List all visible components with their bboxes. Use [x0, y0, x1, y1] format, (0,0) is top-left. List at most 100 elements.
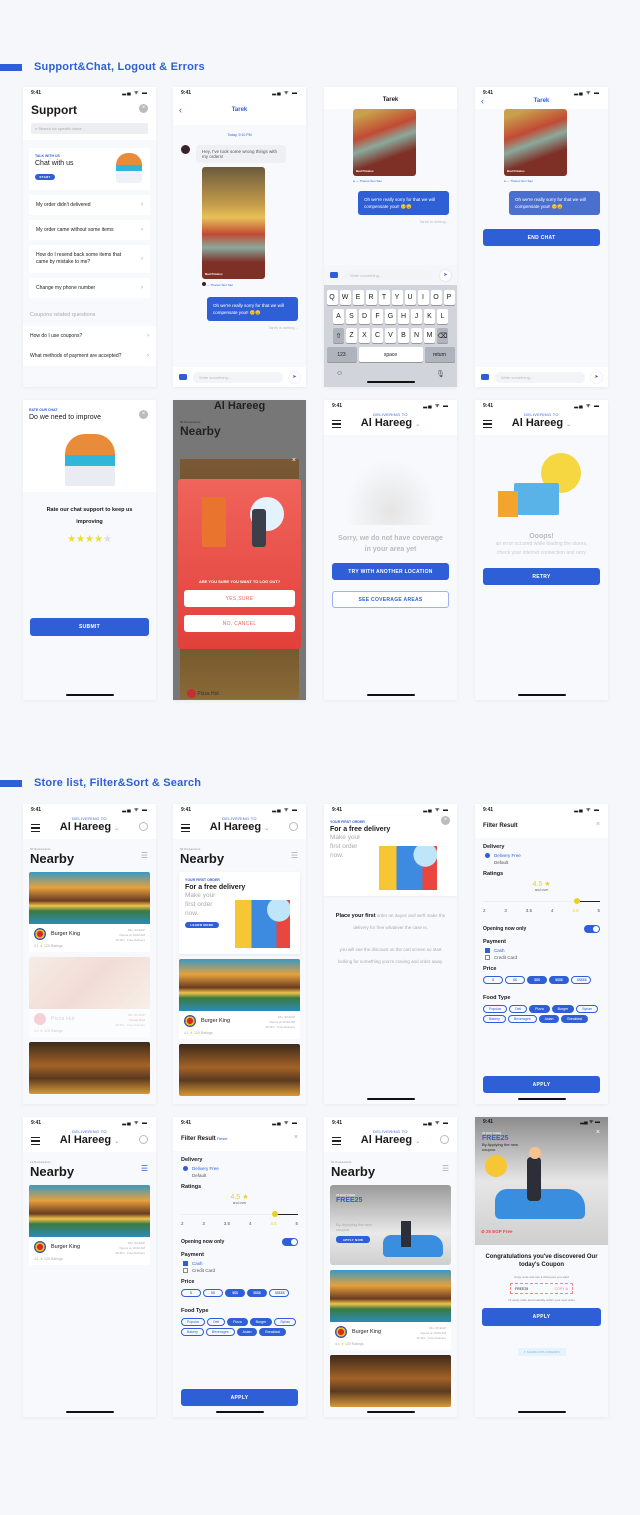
open-now-toggle[interactable]: [584, 925, 600, 933]
chat-photo[interactable]: Bad Potatos: [504, 109, 567, 176]
food-type-chip[interactable]: Deli: [207, 1318, 226, 1326]
food-type-chip[interactable]: Bakery: [483, 1015, 506, 1023]
return-key[interactable]: return: [424, 347, 455, 362]
star-icon[interactable]: ★: [76, 534, 85, 545]
key[interactable]: Q: [326, 290, 338, 305]
key[interactable]: S: [346, 309, 357, 324]
copy-button[interactable]: COPY ⧉: [555, 1287, 568, 1291]
food-type-chip[interactable]: Asian: [538, 1015, 560, 1023]
key[interactable]: A: [333, 309, 344, 324]
checkbox[interactable]: [183, 1261, 188, 1266]
food-type-chip[interactable]: Pizza: [227, 1318, 248, 1326]
food-type-chip[interactable]: Breakfast: [259, 1328, 287, 1336]
back-icon[interactable]: ‹: [179, 99, 182, 121]
location-selector[interactable]: Al Hareeg ⌄: [31, 1134, 148, 1146]
store-card[interactable]: Burger King Min. 50 EGP Opens at 10:00 AM…: [29, 872, 150, 952]
checkbox[interactable]: [485, 955, 490, 960]
food-type-chip[interactable]: Burger: [551, 1005, 575, 1013]
radio-button[interactable]: [485, 860, 490, 865]
key[interactable]: M: [424, 328, 435, 343]
menu-icon[interactable]: [332, 1137, 341, 1147]
close-icon[interactable]: ×: [139, 104, 148, 113]
chat-photo[interactable]: Bad Potatos: [353, 109, 416, 176]
faq-item[interactable]: My order didn't delivered ›: [29, 195, 150, 215]
share-button[interactable]: ⇪ SHARE WITH FRIENDS: [517, 1348, 566, 1356]
start-chat-button[interactable]: START: [35, 174, 55, 180]
key[interactable]: B: [398, 328, 409, 343]
close-icon[interactable]: ×: [294, 1134, 298, 1141]
food-type-chip[interactable]: Popular: [181, 1318, 206, 1326]
key[interactable]: K: [424, 309, 435, 324]
close-icon[interactable]: ×: [139, 410, 148, 419]
sort-icon[interactable]: ☰: [141, 851, 148, 860]
food-type-chip[interactable]: Syrian: [576, 1005, 599, 1013]
price-chip[interactable]: $$$$: [247, 1289, 267, 1297]
apply-filter-button[interactable]: APPLY: [483, 1076, 600, 1093]
faq-item[interactable]: Change my phone number ›: [29, 278, 150, 298]
coupon-code-box[interactable]: FREE25 COPY ⧉: [510, 1283, 573, 1294]
store-card[interactable]: Burger King Min. 50 EGP Opens at 10:00 AM…: [179, 959, 300, 1039]
chat-photo[interactable]: Bad Potatos: [202, 167, 265, 279]
end-chat-button[interactable]: END CHAT: [483, 229, 600, 246]
menu-icon[interactable]: [31, 1137, 40, 1147]
food-type-chip[interactable]: Beverages: [205, 1328, 235, 1336]
key[interactable]: L: [437, 309, 448, 324]
menu-icon[interactable]: [31, 824, 40, 834]
key[interactable]: T: [378, 290, 390, 305]
delivery-option[interactable]: Default: [183, 1173, 296, 1178]
delivery-option[interactable]: Delivery Free: [183, 1166, 296, 1171]
location-selector[interactable]: Al Hareeg ⌄: [483, 417, 600, 429]
chat-with-us-card[interactable]: TALK WITH US Chat with us START: [29, 148, 150, 190]
food-type-chip[interactable]: Popular: [483, 1005, 508, 1013]
key[interactable]: O: [430, 290, 442, 305]
close-icon[interactable]: ×: [441, 816, 450, 825]
payment-option[interactable]: Cash: [183, 1261, 296, 1266]
key[interactable]: E: [352, 290, 364, 305]
location-selector[interactable]: Al Hareeg ⌄: [181, 821, 298, 833]
checkbox[interactable]: [485, 948, 490, 953]
radio-button[interactable]: [485, 853, 490, 858]
delivery-option[interactable]: Default: [485, 860, 598, 865]
shift-key[interactable]: ⇧: [333, 328, 344, 343]
star-icon[interactable]: ★: [94, 534, 103, 545]
close-icon[interactable]: ×: [596, 1129, 600, 1136]
star-icon[interactable]: ★: [67, 534, 76, 545]
backspace-key[interactable]: ⌫: [437, 328, 448, 343]
key[interactable]: I: [417, 290, 429, 305]
search-icon[interactable]: [139, 822, 148, 831]
checkbox[interactable]: [183, 1268, 188, 1273]
store-card[interactable]: [29, 1042, 150, 1094]
menu-icon[interactable]: [332, 420, 341, 430]
sort-icon[interactable]: ☰: [291, 851, 298, 860]
send-icon[interactable]: ➤: [440, 269, 451, 281]
reset-button[interactable]: Reset: [217, 1136, 227, 1141]
store-card[interactable]: Pizza Hut Min. 50 EGP Closed Now 30 Min · …: [29, 957, 150, 1037]
slider-handle[interactable]: [574, 898, 581, 904]
key[interactable]: H: [398, 309, 409, 324]
try-another-location-button[interactable]: TRY WITH ANOTHER LOCATION: [332, 563, 449, 580]
delivery-option[interactable]: Delivery Free: [485, 853, 598, 858]
cancel-logout-button[interactable]: NO, CANCEL: [184, 615, 295, 632]
payment-option[interactable]: Credit Card: [183, 1268, 296, 1273]
faq-item[interactable]: How do I use coupons? ›: [23, 326, 156, 346]
retry-button[interactable]: RETRY: [483, 568, 600, 585]
store-card[interactable]: Burger King Min. 50 EGP Opens at 10:00 AM…: [330, 1270, 451, 1350]
key[interactable]: Y: [391, 290, 403, 305]
faq-item[interactable]: My order came without some items ›: [29, 220, 150, 240]
star-icon[interactable]: ★: [103, 534, 112, 545]
payment-option[interactable]: Credit Card: [485, 955, 598, 960]
menu-icon[interactable]: [181, 824, 190, 834]
slider-handle[interactable]: [272, 1211, 279, 1217]
price-chip[interactable]: $$: [505, 976, 525, 984]
see-coverage-areas-button[interactable]: SEE COVERAGE AREAS: [332, 591, 449, 608]
store-card[interactable]: [179, 1044, 300, 1096]
open-now-toggle[interactable]: [282, 1238, 298, 1246]
price-chip[interactable]: $: [483, 976, 503, 984]
key[interactable]: X: [359, 328, 370, 343]
food-type-chip[interactable]: Burger: [249, 1318, 273, 1326]
key[interactable]: Z: [346, 328, 357, 343]
location-selector[interactable]: Al Hareeg ⌄: [332, 417, 449, 429]
send-icon[interactable]: ➤: [289, 371, 300, 383]
numbers-key[interactable]: 123: [326, 347, 357, 362]
location-selector[interactable]: Al Hareeg ⌄: [31, 821, 148, 833]
